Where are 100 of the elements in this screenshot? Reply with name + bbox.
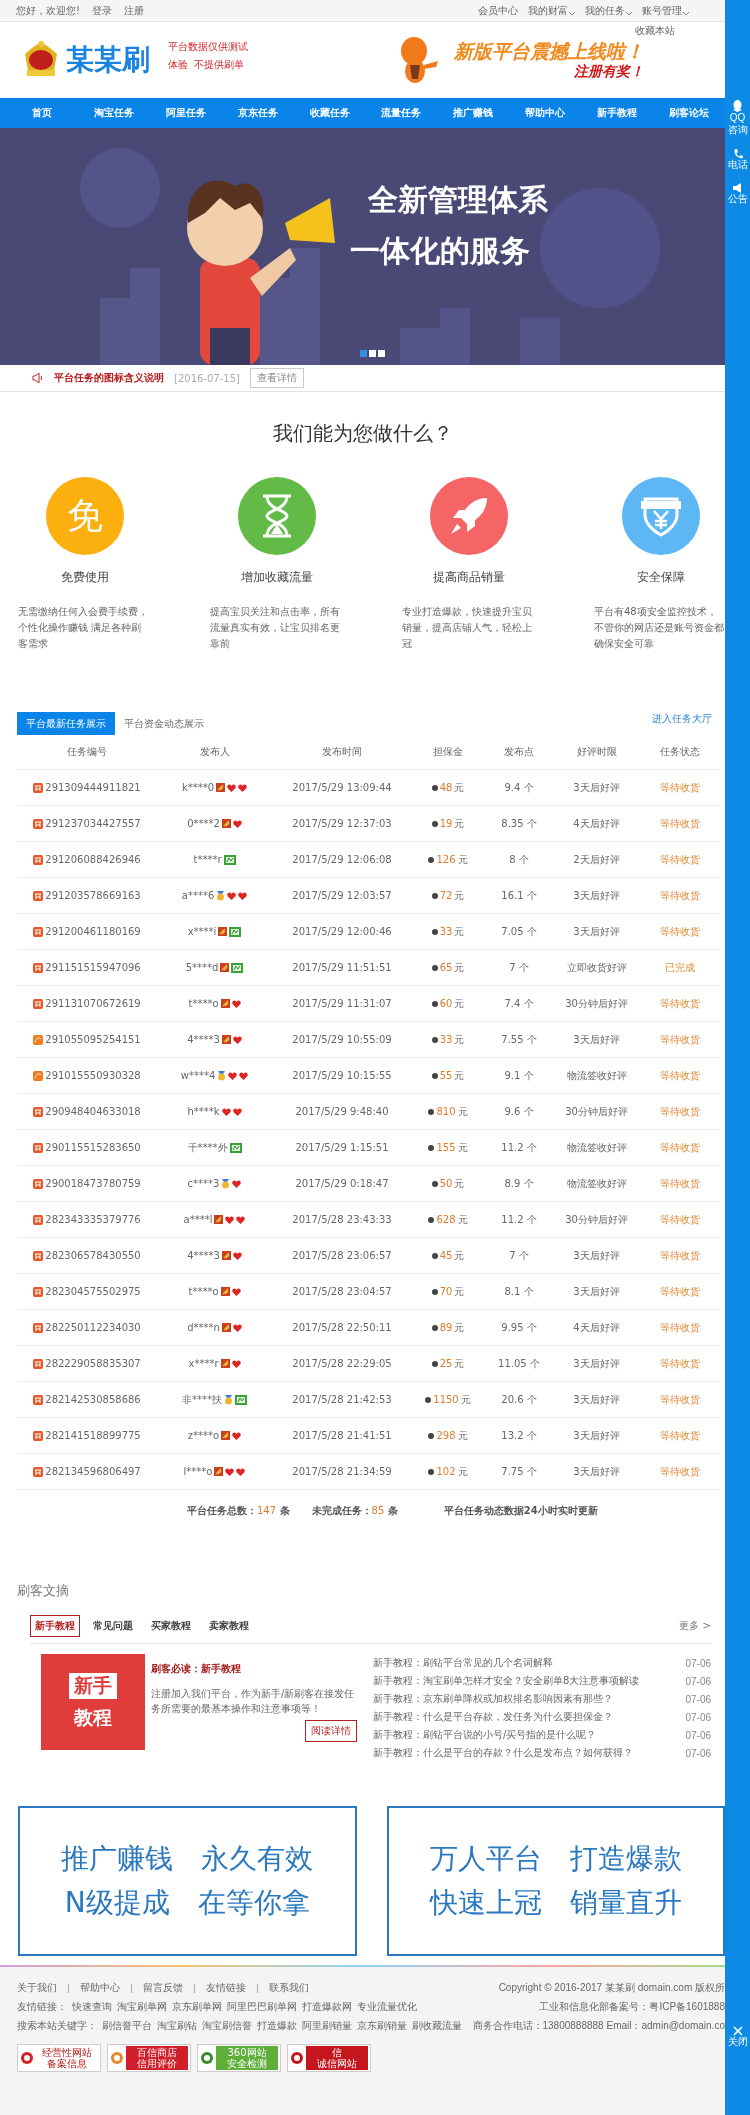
review-deadline: 4天后好评 bbox=[572, 816, 621, 831]
site-logo[interactable]: 某某刷 bbox=[66, 41, 150, 79]
publish-time: 2017/5/29 12:37:03 bbox=[291, 818, 393, 829]
keyword-link[interactable]: 阿里刷销量 bbox=[302, 2019, 352, 2033]
nav-item[interactable]: 流量任务 bbox=[365, 98, 438, 128]
shop-level-icon bbox=[229, 926, 242, 937]
nav-item[interactable]: 阿里任务 bbox=[149, 98, 222, 128]
details-button[interactable]: 查看详情 bbox=[249, 368, 304, 388]
friend-link[interactable]: 快速查询 bbox=[72, 2000, 112, 2014]
nav-item[interactable]: 推广赚钱 bbox=[437, 98, 510, 128]
nav-item[interactable]: 淘宝任务 bbox=[77, 98, 150, 128]
article-link[interactable]: 新手教程：刷钻平台说的小号/买号指的是什么呢？ bbox=[373, 1728, 597, 1742]
friend-link[interactable]: 淘宝刷单网 bbox=[117, 2000, 167, 2014]
promo-slogan: 推广赚钱 bbox=[61, 1841, 174, 1877]
keyword-link[interactable]: 京东刷销量 bbox=[357, 2019, 407, 2033]
nav-item[interactable]: 京东任务 bbox=[221, 98, 294, 128]
task-status: 等待收货 bbox=[659, 888, 700, 903]
top-menu[interactable]: 会员中心 bbox=[478, 3, 518, 18]
publisher-name: t****o bbox=[188, 1286, 219, 1297]
publish-time: 2017/5/28 21:41:51 bbox=[291, 1430, 393, 1441]
friend-link[interactable]: 京东刷单网 bbox=[172, 2000, 222, 2014]
article-tab[interactable]: 常见问题 bbox=[88, 1614, 138, 1637]
footer-link[interactable]: 留言反馈 bbox=[143, 1981, 183, 1995]
promo-banner[interactable]: 万人平台 打造爆款 快速上冠 销量直升 bbox=[386, 1806, 725, 1956]
footer-link[interactable]: 帮助中心 bbox=[80, 1981, 120, 1995]
currency-unit: 元 bbox=[454, 960, 465, 975]
top-menu[interactable]: 我的任务 bbox=[585, 3, 632, 18]
certification-badge[interactable]: 经营性网站 备案信息 bbox=[17, 2044, 101, 2072]
coin-icon bbox=[431, 1360, 438, 1367]
article-link[interactable]: 新手教程：淘宝刷单怎样才安全？安全刷单8大注意事项解读 bbox=[373, 1674, 640, 1688]
footer-link[interactable]: 关于我们 bbox=[17, 1981, 57, 1995]
friend-link[interactable]: 打造爆款网 bbox=[302, 2000, 352, 2014]
publisher-name: z****o bbox=[187, 1430, 220, 1441]
top-menu[interactable]: 账号管理 bbox=[642, 3, 689, 18]
currency-unit: 元 bbox=[454, 888, 465, 903]
more-link[interactable]: 更多 > bbox=[679, 1618, 711, 1633]
bookmark-link[interactable]: 收藏本站 bbox=[635, 24, 675, 38]
account-link[interactable]: 登录 bbox=[92, 3, 112, 18]
icp-text: 工业和信息化部备案号：粤ICP备1601888 bbox=[539, 2000, 725, 2014]
coin-icon bbox=[428, 856, 435, 863]
footer-link[interactable]: 联系我们 bbox=[269, 1981, 309, 1995]
task-hall-link[interactable]: 进入任务大厅 bbox=[652, 712, 712, 726]
certification-badge[interactable]: 信 诚信网站 bbox=[287, 2044, 371, 2072]
heart-icon bbox=[232, 1323, 242, 1332]
side-tool[interactable]: 公告 bbox=[727, 193, 748, 205]
article-tab[interactable]: 卖家教程 bbox=[204, 1614, 254, 1637]
task-id: 291151515947096 bbox=[45, 962, 141, 973]
publish-points: 16.1 个 bbox=[500, 888, 538, 903]
nav-item[interactable]: 刷客论坛 bbox=[653, 98, 726, 128]
free-icon: 免 bbox=[46, 477, 124, 555]
currency-unit: 元 bbox=[454, 1068, 465, 1083]
tutorial-tile[interactable]: 新手 教程 bbox=[41, 1654, 145, 1750]
task-tab[interactable]: 平台最新任务展示 bbox=[17, 712, 115, 735]
article-link[interactable]: 新手教程：什么是平台的存款？什么是发布点？如何获得？ bbox=[373, 1746, 633, 1760]
currency-unit: 元 bbox=[454, 1356, 465, 1371]
article-link[interactable]: 新手教程：京东刷单降权或加权排名影响因素有那些？ bbox=[373, 1692, 613, 1706]
deposit-amount: 126 bbox=[436, 854, 456, 865]
task-status: 等待收货 bbox=[659, 780, 700, 795]
keyword-link[interactable]: 刷信誉平台 bbox=[102, 2019, 152, 2033]
task-id: 282250112234030 bbox=[45, 1322, 141, 1333]
keyword-link[interactable]: 淘宝刷信誉 bbox=[202, 2019, 252, 2033]
nav-item[interactable]: 新手教程 bbox=[581, 98, 654, 128]
account-link[interactable]: 注册 bbox=[124, 3, 144, 18]
publisher-name: x****r bbox=[188, 1358, 219, 1369]
article-link[interactable]: 新手教程：什么是平台存款，发任务为什么要担保金？ bbox=[373, 1710, 613, 1724]
coin-icon bbox=[431, 1324, 438, 1331]
store-icon bbox=[33, 1466, 44, 1477]
keyword-link[interactable]: 刷收藏流量 bbox=[412, 2019, 462, 2033]
article-link[interactable]: 新手教程：刷钻平台常见的几个名词解释 bbox=[373, 1656, 553, 1670]
side-tool[interactable]: QQ咨询 bbox=[727, 112, 748, 136]
nav-item[interactable]: 首页 bbox=[6, 98, 78, 128]
nav-item[interactable]: 收藏任务 bbox=[293, 98, 366, 128]
ad-subtitle: 注册有奖！ bbox=[574, 63, 644, 81]
task-tab[interactable]: 平台资金动态展示 bbox=[115, 712, 213, 735]
top-menu[interactable]: 我的财富 bbox=[528, 3, 575, 18]
deposit-amount: 48 bbox=[439, 782, 453, 793]
publish-time: 2017/5/29 12:00:46 bbox=[291, 926, 393, 937]
speaker-icon bbox=[732, 183, 743, 193]
side-tool[interactable]: 电话 bbox=[727, 159, 748, 171]
keyword-link[interactable]: 打造爆款 bbox=[257, 2019, 297, 2033]
friend-link[interactable]: 阿里巴巴刷单网 bbox=[227, 2000, 297, 2014]
keyword-link[interactable]: 淘宝刷钻 bbox=[157, 2019, 197, 2033]
article-tab[interactable]: 买家教程 bbox=[146, 1614, 196, 1637]
featured-title[interactable]: 刷客必读：新手教程 bbox=[151, 1662, 363, 1676]
publisher-name: a****6 bbox=[181, 890, 215, 901]
friend-link[interactable]: 专业流量优化 bbox=[357, 2000, 417, 2014]
store-icon bbox=[33, 1106, 44, 1117]
level-icon bbox=[214, 1215, 224, 1224]
store-icon bbox=[33, 1358, 44, 1369]
currency-unit: 元 bbox=[454, 816, 465, 831]
nav-item[interactable]: 帮助中心 bbox=[509, 98, 582, 128]
review-deadline: 30分钟后好评 bbox=[564, 1212, 629, 1227]
promo-banner[interactable]: 推广赚钱 永久有效 N级提成 在等你拿 bbox=[18, 1806, 357, 1956]
footer-link[interactable]: 友情链接 bbox=[206, 1981, 246, 1995]
read-more-button[interactable]: 阅读详情 bbox=[305, 1720, 357, 1742]
article-tab[interactable]: 新手教程 bbox=[30, 1614, 80, 1637]
certification-badge[interactable]: 百信商店 信用评价 bbox=[107, 2044, 191, 2072]
service-description: 提高宝贝关注和点击率，所有流量真实有效，让宝贝排名更靠前 bbox=[210, 605, 340, 651]
notice-title[interactable]: 平台任务的图标含义说明 bbox=[54, 371, 164, 385]
close-button[interactable]: 关闭 bbox=[727, 2036, 748, 2048]
